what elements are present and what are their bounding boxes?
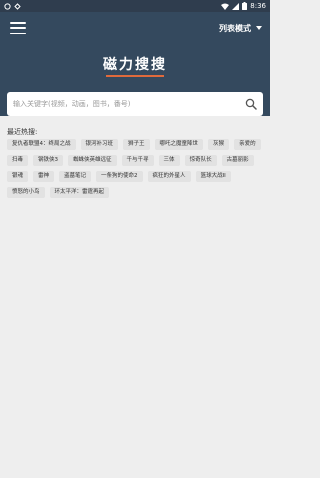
signal-icon xyxy=(232,2,240,10)
recent-searches-label: 最近热搜: xyxy=(7,128,38,136)
hot-search-tag[interactable]: 灰猴 xyxy=(208,139,230,150)
status-right: 8:36 xyxy=(221,2,266,10)
app-title: 磁力搜搜 xyxy=(103,57,167,73)
hot-search-tag[interactable]: 蜘蛛侠英雄远征 xyxy=(68,155,117,166)
hot-search-tag[interactable]: 愤怒的小鸟 xyxy=(7,187,45,198)
status-time: 8:36 xyxy=(250,2,266,10)
hot-search-tag[interactable]: 古墓丽影 xyxy=(221,155,254,166)
hot-search-tag[interactable]: 哪吒之魔童降世 xyxy=(154,139,204,150)
hot-search-tag[interactable]: 狮子王 xyxy=(123,139,150,150)
hot-search-tag[interactable]: 雷神 xyxy=(33,171,55,182)
app-header: 列表模式 磁力搜搜 xyxy=(0,12,270,116)
hot-search-tag[interactable]: 疯狂的外星人 xyxy=(147,171,191,182)
status-bar: 8:36 xyxy=(0,0,270,12)
hot-search-tag[interactable]: 三体 xyxy=(158,155,180,166)
search-icon[interactable] xyxy=(245,98,257,110)
search-box xyxy=(7,92,263,116)
menu-icon[interactable] xyxy=(10,22,26,34)
hot-search-tag[interactable]: 银魂 xyxy=(7,171,29,182)
view-mode-dropdown[interactable]: 列表模式 xyxy=(219,21,262,35)
hot-search-tag[interactable]: 一条狗的使命2 xyxy=(96,171,143,182)
app-notification-icon xyxy=(14,2,21,10)
hot-search-tag[interactable]: 盗墓笔记 xyxy=(59,171,92,182)
hot-search-tag[interactable]: 扫毒 xyxy=(7,155,29,166)
view-mode-label: 列表模式 xyxy=(219,23,251,33)
hot-search-tag[interactable]: 篮球大战II xyxy=(195,171,231,182)
title-underline xyxy=(106,75,164,77)
search-input[interactable] xyxy=(13,100,245,108)
hot-search-tag[interactable]: 银河补习班 xyxy=(80,139,119,150)
battery-icon xyxy=(242,2,248,10)
hot-search-tag[interactable]: 千与千寻 xyxy=(121,155,154,166)
hot-search-tag[interactable]: 亲爱的 xyxy=(234,139,261,150)
hot-search-tag[interactable]: 惊奇队长 xyxy=(184,155,217,166)
recent-searches-list: 复仇者联盟4：终局之战 银河补习班 狮子王 哪吒之魔童降世 灰猴 亲爱的 扫毒 … xyxy=(7,139,265,198)
notification-dot-icon xyxy=(4,2,11,10)
status-left xyxy=(4,2,21,10)
hot-search-tag[interactable]: 环太平洋：雷霆再起 xyxy=(49,187,110,198)
hot-search-tag[interactable]: 复仇者联盟4：终局之战 xyxy=(7,139,76,150)
caret-down-icon xyxy=(256,26,262,30)
hot-search-tag[interactable]: 钢铁侠3 xyxy=(33,155,64,166)
wifi-icon xyxy=(221,3,230,10)
